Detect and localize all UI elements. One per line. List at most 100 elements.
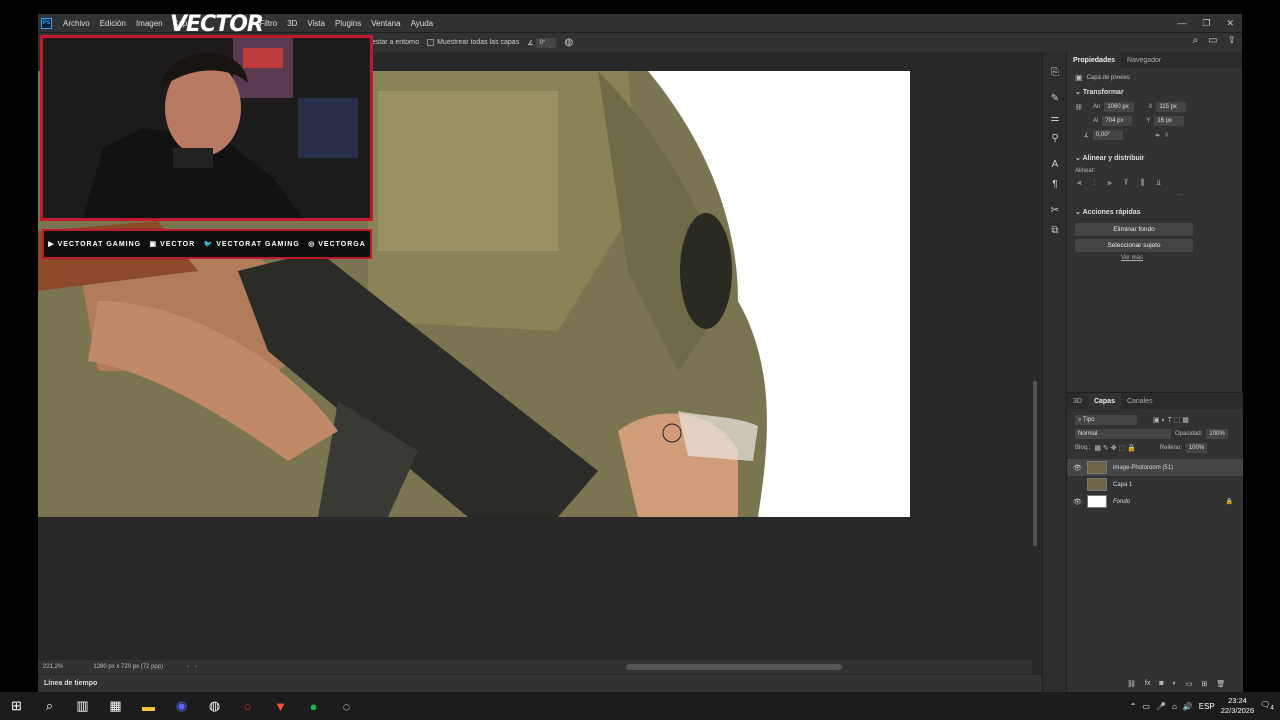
adjustments-icon[interactable]: ⚌: [1043, 108, 1067, 128]
timeline-panel[interactable]: Línea de tiempo: [38, 675, 1042, 692]
layer-filter-value: Tipo: [1083, 417, 1095, 423]
select-subject-button[interactable]: Seleccionar sujeto: [1075, 239, 1193, 252]
quick-actions-title[interactable]: ⌄ Acciones rápidas: [1067, 204, 1242, 220]
rotation-field[interactable]: 0,00°: [1093, 130, 1123, 140]
tab-navegador[interactable]: Navegador: [1121, 52, 1167, 68]
paragraph-icon[interactable]: ¶: [1043, 174, 1067, 194]
zoom-level[interactable]: 221,2%: [43, 664, 63, 670]
adjustment-layer-icon[interactable]: ◐: [1173, 680, 1177, 688]
spotify-icon[interactable]: ●: [297, 692, 330, 720]
new-layer-icon[interactable]: ⊞: [1201, 680, 1207, 688]
file-explorer-icon[interactable]: ▬: [132, 692, 165, 720]
layer-item[interactable]: 👁 image-Photoroom (51): [1067, 459, 1243, 476]
workspace-icon[interactable]: ▭: [1208, 35, 1217, 46]
wifi-icon[interactable]: ⌂: [1172, 702, 1177, 711]
scroll-left-icon[interactable]: ‹: [195, 664, 197, 670]
menu-vista[interactable]: Vista: [302, 19, 330, 28]
align-right-icon[interactable]: ⫸: [1108, 178, 1113, 188]
vertical-scroll-thumb[interactable]: [1033, 381, 1037, 546]
opera-icon[interactable]: ○: [231, 692, 264, 720]
blend-mode-select[interactable]: Normal: [1075, 429, 1171, 439]
libraries-icon[interactable]: ⧉: [1043, 220, 1067, 240]
tab-propiedades[interactable]: Propiedades: [1067, 52, 1122, 68]
tab-capas[interactable]: Capas: [1087, 393, 1121, 409]
menu-ventana[interactable]: Ventana: [366, 19, 405, 28]
app-icon[interactable]: ▦: [99, 692, 132, 720]
restore-icon[interactable]: ❐: [1202, 18, 1210, 29]
tool-presets-icon[interactable]: ✂: [1043, 200, 1067, 220]
volume-icon[interactable]: 🔊: [1183, 702, 1193, 711]
layer-filter-select[interactable]: ⌕ Tipo: [1075, 415, 1137, 425]
menu-plugins[interactable]: Plugins: [330, 19, 366, 28]
discord-icon[interactable]: ◉: [165, 692, 198, 720]
more-options-icon[interactable]: ···: [1067, 190, 1242, 200]
y-field[interactable]: 16 px: [1154, 116, 1185, 126]
tab-3d[interactable]: 3D: [1067, 393, 1088, 409]
align-bottom-icon[interactable]: ⫫: [1156, 178, 1161, 188]
height-field[interactable]: 704 px: [1102, 116, 1133, 126]
language-indicator[interactable]: ESP: [1199, 702, 1215, 711]
lock-icons[interactable]: ▦ ✎ ✥ ⬚ 🔒: [1094, 444, 1135, 452]
steam-icon[interactable]: ◍: [198, 692, 231, 720]
chevron-right-icon[interactable]: ›: [187, 664, 189, 670]
search-icon[interactable]: ⌕: [1193, 35, 1199, 46]
app-icon[interactable]: ◌: [330, 692, 363, 720]
layer-item[interactable]: 👁 Fondo 🔒: [1067, 493, 1243, 510]
menu-3d[interactable]: 3D: [282, 19, 302, 28]
task-view-icon[interactable]: ▥: [66, 692, 99, 720]
close-icon[interactable]: ✕: [1226, 18, 1234, 29]
fx-icon[interactable]: fx: [1145, 680, 1150, 688]
align-section-title[interactable]: ⌄ Alinear y distribuir: [1067, 150, 1242, 166]
pressure-icon[interactable]: ◍: [564, 37, 573, 48]
brush-settings-icon[interactable]: ✎: [1043, 88, 1067, 108]
notification-icon[interactable]: 🗨4: [1260, 700, 1274, 712]
microphone-icon[interactable]: 🎤: [1156, 702, 1166, 711]
menu-ayuda[interactable]: Ayuda: [406, 19, 439, 28]
clock[interactable]: 23:24 22/3/2026: [1221, 696, 1254, 716]
align-middle-icon[interactable]: ⫼: [1141, 178, 1145, 188]
opacity-field[interactable]: 100%: [1206, 429, 1228, 439]
angle-option[interactable]: ∡ 0°: [527, 37, 557, 48]
align-top-icon[interactable]: ⫪: [1124, 178, 1129, 188]
align-center-icon[interactable]: ⫶: [1094, 178, 1096, 188]
visibility-eye-icon[interactable]: 👁: [1073, 464, 1082, 472]
angle-field[interactable]: 0°: [536, 37, 557, 48]
paths-icon[interactable]: ⚲: [1043, 128, 1067, 148]
x-field[interactable]: 115 px: [1156, 102, 1187, 112]
see-more-link[interactable]: Ver más: [1067, 255, 1242, 261]
document-info[interactable]: 1280 px x 720 px (72 ppp): [93, 664, 163, 670]
character-icon[interactable]: A: [1043, 154, 1067, 174]
minimize-icon[interactable]: —: [1177, 18, 1186, 28]
link-icon[interactable]: ⛓: [1075, 104, 1089, 111]
menu-imagen[interactable]: Imagen: [131, 19, 168, 28]
vertical-scrollbar[interactable]: [1032, 71, 1038, 660]
filter-icons[interactable]: ▣ ◐ T ⬚ ▦: [1153, 416, 1189, 424]
transform-section-title[interactable]: ⌄ Transformar: [1067, 84, 1242, 100]
brave-icon[interactable]: ▼: [264, 692, 297, 720]
checkbox-icon[interactable]: [427, 39, 435, 46]
sample-option[interactable]: estar a entorno: [372, 39, 419, 46]
menu-edicion[interactable]: Edición: [95, 19, 131, 28]
chevron-up-icon[interactable]: ⌃: [1130, 702, 1137, 711]
new-group-icon[interactable]: ▭: [1186, 680, 1193, 688]
add-mask-icon[interactable]: ◙: [1159, 680, 1163, 688]
flip-horizontal-icon[interactable]: ⇹: [1155, 132, 1160, 139]
horizontal-scroll-thumb[interactable]: [626, 664, 842, 670]
remove-background-button[interactable]: Eliminar fondo: [1075, 223, 1193, 236]
layer-item[interactable]: Capa 1: [1067, 476, 1243, 493]
flip-vertical-icon[interactable]: ⇳: [1164, 132, 1169, 139]
windows-start-icon[interactable]: ⊞: [0, 692, 33, 720]
search-icon[interactable]: ⌕: [33, 692, 66, 720]
align-left-icon[interactable]: ⫷: [1077, 178, 1082, 188]
menu-archivo[interactable]: Archivo: [58, 19, 95, 28]
share-icon[interactable]: ⇪: [1228, 35, 1236, 46]
network-icon[interactable]: ▭: [1142, 702, 1150, 711]
history-icon[interactable]: ⎘: [1043, 62, 1067, 82]
fill-field[interactable]: 100%: [1185, 443, 1208, 453]
link-layers-icon[interactable]: ⛓: [1127, 680, 1136, 688]
show-all-layers-option[interactable]: Muestrear todas las capas: [427, 39, 519, 46]
visibility-eye-icon[interactable]: 👁: [1073, 498, 1082, 506]
width-field[interactable]: 1060 px: [1104, 102, 1135, 112]
trash-icon[interactable]: 🗑: [1216, 680, 1225, 688]
tab-canales[interactable]: Canales: [1121, 393, 1159, 409]
